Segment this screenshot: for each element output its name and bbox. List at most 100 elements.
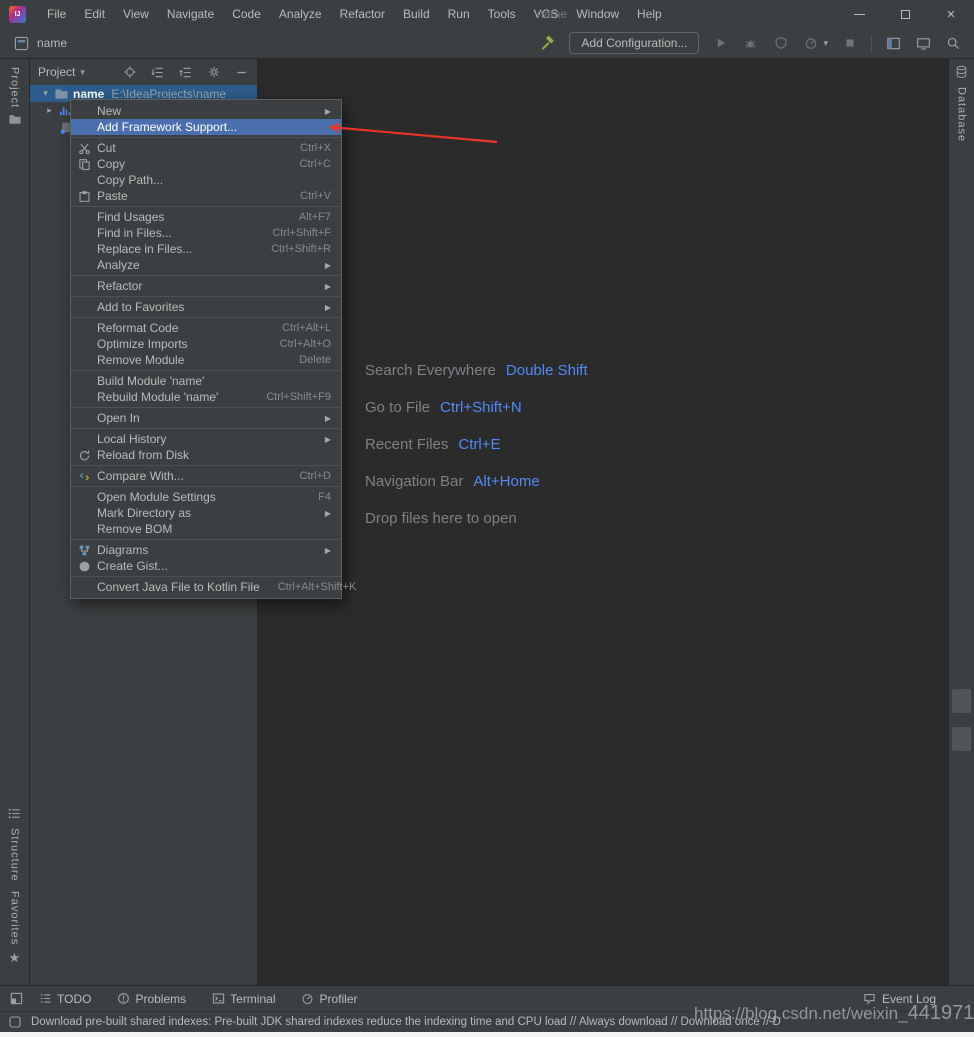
hide-panel-icon[interactable]	[234, 65, 249, 80]
menu-item-reformat-code[interactable]: Reformat CodeCtrl+Alt+L	[71, 320, 341, 336]
stripe-button-database[interactable]: Database	[949, 65, 974, 142]
menu-item-diagrams[interactable]: Diagrams▶	[71, 542, 341, 558]
menu-item-remove-bom[interactable]: Remove BOM	[71, 521, 341, 537]
toolwindow-button[interactable]	[952, 727, 971, 751]
blank-icon	[75, 337, 93, 351]
blank-icon	[75, 104, 93, 118]
bottom-bar-left: TODO Problems Terminal Profiler	[38, 992, 383, 1006]
menu-item-new[interactable]: New▶	[71, 103, 341, 119]
chevron-down-icon: ▾	[80, 67, 85, 78]
submenu-arrow-icon: ▶	[307, 435, 331, 444]
menu-item-paste[interactable]: PasteCtrl+V	[71, 188, 341, 204]
settings-gear-icon[interactable]	[206, 65, 221, 80]
menu-item-convert-java-file-to-kotlin-file[interactable]: Convert Java File to Kotlin FileCtrl+Alt…	[71, 579, 341, 595]
menu-item-mark-directory-as[interactable]: Mark Directory as▶	[71, 505, 341, 521]
blank-icon	[75, 374, 93, 388]
menu-item-label: Convert Java File to Kotlin File	[97, 580, 260, 594]
menu-item-find-in-files[interactable]: Find in Files...Ctrl+Shift+F	[71, 225, 341, 241]
menu-edit[interactable]: Edit	[75, 0, 114, 28]
structure-stripe-label: Structure	[9, 828, 21, 882]
menu-item-open-module-settings[interactable]: Open Module SettingsF4	[71, 489, 341, 505]
tree-chevron-icon[interactable]: ▾	[39, 88, 52, 99]
layout-editor-icon[interactable]	[915, 35, 932, 52]
menu-file[interactable]: File	[38, 0, 75, 28]
run-toolbar: Add Configuration... ▾	[539, 32, 974, 54]
stripe-button-favorites[interactable]: Favorites ★	[0, 891, 29, 966]
todo-icon	[38, 992, 52, 1006]
chevron-down-icon[interactable]: ▾	[823, 38, 828, 49]
menu-item-cut[interactable]: CutCtrl+X	[71, 140, 341, 156]
diagram-icon	[75, 543, 93, 557]
toolwindow-tab-event-log[interactable]: Event Log	[863, 992, 936, 1006]
build-hammer-icon[interactable]	[539, 35, 556, 52]
terminal-icon	[211, 992, 225, 1006]
menu-analyze[interactable]: Analyze	[270, 0, 331, 28]
menu-item-refactor[interactable]: Refactor▶	[71, 278, 341, 294]
coverage-icon[interactable]	[772, 35, 789, 52]
collapse-all-icon[interactable]	[178, 65, 193, 80]
menu-item-add-framework-support[interactable]: Add Framework Support...	[71, 119, 341, 135]
stop-icon[interactable]	[841, 35, 858, 52]
menu-shortcut: Alt+F7	[281, 211, 331, 223]
menu-item-create-gist[interactable]: Create Gist...	[71, 558, 341, 574]
menu-build[interactable]: Build	[394, 0, 439, 28]
menu-item-replace-in-files[interactable]: Replace in Files...Ctrl+Shift+R	[71, 241, 341, 257]
menu-item-label: Reformat Code	[97, 321, 178, 335]
expand-all-icon[interactable]	[150, 65, 165, 80]
search-icon[interactable]	[945, 35, 962, 52]
profiler-icon[interactable]	[802, 35, 819, 52]
logo-text: IJ	[15, 11, 21, 18]
menu-item-label: Local History	[97, 432, 166, 446]
menu-item-reload-from-disk[interactable]: Reload from Disk	[71, 447, 341, 463]
menu-item-build-module-name[interactable]: Build Module 'name'	[71, 373, 341, 389]
copy-icon	[75, 157, 93, 171]
toolwindow-tab-problems[interactable]: Problems	[116, 992, 186, 1006]
menu-item-local-history[interactable]: Local History ▶	[71, 431, 341, 447]
project-view-selector[interactable]: Project ▾	[38, 65, 85, 79]
menu-item-label: Remove Module	[97, 353, 184, 367]
run-icon[interactable]	[712, 35, 729, 52]
add-configuration-button[interactable]: Add Configuration...	[569, 32, 699, 54]
menu-item-open-in[interactable]: Open In▶	[71, 410, 341, 426]
stripe-button-project[interactable]: Project	[0, 67, 29, 128]
toolwindows-icon[interactable]	[885, 35, 902, 52]
menu-shortcut: Ctrl+Alt+O	[262, 338, 331, 350]
toolwindow-tab-profiler[interactable]: Profiler	[301, 992, 358, 1006]
menu-window[interactable]: Window	[567, 0, 628, 28]
menu-help[interactable]: Help	[628, 0, 671, 28]
minimize-button[interactable]	[836, 0, 882, 28]
breadcrumb[interactable]: name	[37, 36, 67, 50]
menu-item-compare-with[interactable]: Compare With...Ctrl+D	[71, 468, 341, 484]
menu-item-optimize-imports[interactable]: Optimize ImportsCtrl+Alt+O	[71, 336, 341, 352]
toolwindow-switcher-icon[interactable]	[8, 991, 24, 1007]
blank-icon	[75, 120, 93, 134]
toolwindow-tab-terminal[interactable]: Terminal	[211, 992, 275, 1006]
hint-label: Drop files here to open	[365, 510, 517, 527]
menu-refactor[interactable]: Refactor	[331, 0, 394, 28]
menu-item-label: Paste	[97, 189, 128, 203]
menu-item-find-usages[interactable]: Find UsagesAlt+F7	[71, 209, 341, 225]
menu-view[interactable]: View	[114, 0, 158, 28]
menu-shortcut: Ctrl+D	[282, 470, 331, 482]
blank-icon	[75, 300, 93, 314]
close-button[interactable]: ×	[928, 0, 974, 28]
menu-separator	[71, 370, 341, 371]
menu-item-copy[interactable]: CopyCtrl+C	[71, 156, 341, 172]
menu-code[interactable]: Code	[223, 0, 270, 28]
menu-item-remove-module[interactable]: Remove ModuleDelete	[71, 352, 341, 368]
toolwindow-button[interactable]	[952, 689, 971, 713]
menu-item-add-to-favorites[interactable]: Add to Favorites▶	[71, 299, 341, 315]
locate-file-icon[interactable]	[122, 65, 137, 80]
menu-navigate[interactable]: Navigate	[158, 0, 223, 28]
menu-item-copy-path[interactable]: Copy Path...	[71, 172, 341, 188]
menu-tools[interactable]: Tools	[479, 0, 525, 28]
menu-item-rebuild-module-name[interactable]: Rebuild Module 'name'Ctrl+Shift+F9	[71, 389, 341, 405]
maximize-button[interactable]	[882, 0, 928, 28]
menu-item-label: Copy	[97, 157, 125, 171]
debug-icon[interactable]	[742, 35, 759, 52]
tree-chevron-icon[interactable]: ▸	[43, 105, 56, 116]
menu-item-analyze[interactable]: Analyze▶	[71, 257, 341, 273]
menu-run[interactable]: Run	[439, 0, 479, 28]
toolwindow-tab-todo[interactable]: TODO	[38, 992, 91, 1006]
stripe-button-structure[interactable]: Structure	[0, 807, 29, 882]
